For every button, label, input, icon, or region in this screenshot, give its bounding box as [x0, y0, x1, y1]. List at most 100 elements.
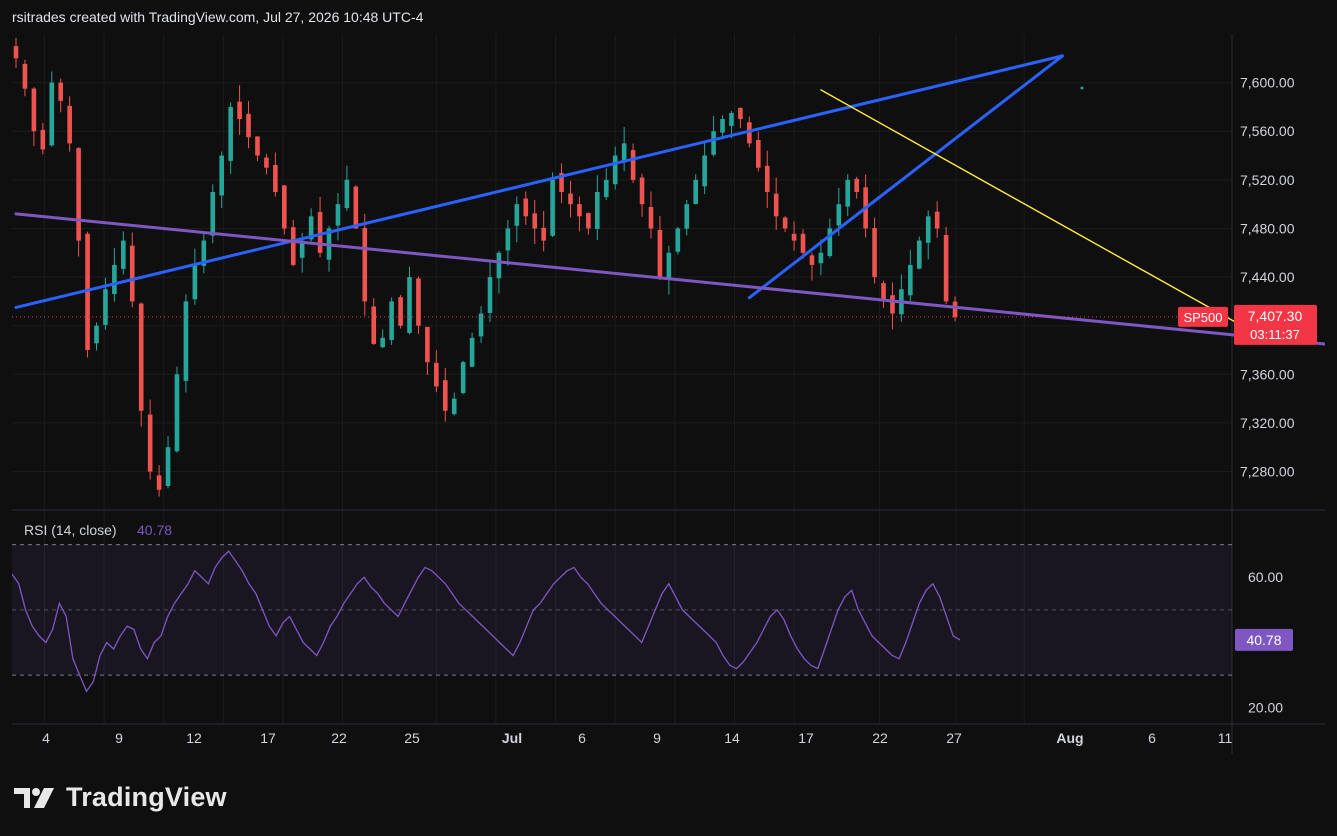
time-tick-label: Jul: [502, 730, 522, 746]
candle-body: [586, 213, 591, 229]
time-tick-label: 12: [186, 730, 202, 746]
candle-body: [541, 227, 546, 241]
candle-body: [398, 297, 403, 326]
price-tick-label: 7,560.00: [1240, 123, 1295, 139]
candle-body: [487, 277, 493, 313]
brand-footer: TradingView: [14, 782, 227, 813]
candle-body: [908, 264, 913, 296]
candle-body: [58, 82, 64, 101]
time-tick-label: 25: [404, 730, 420, 746]
rsi-indicator-label: RSI (14, close): [24, 522, 117, 538]
candle-body: [380, 337, 385, 348]
time-tick-label: 9: [653, 730, 661, 746]
price-tick-label: 7,440.00: [1240, 269, 1295, 285]
candle-body: [425, 326, 430, 363]
candle-body: [407, 277, 412, 333]
time-tick-label: 9: [115, 730, 123, 746]
time-tick-label: 11: [1218, 730, 1233, 746]
candle-body: [67, 105, 72, 144]
countdown-timer: 03:11:37: [1250, 327, 1300, 342]
time-tick-label: 17: [260, 730, 276, 746]
time-tick-label: 4: [42, 730, 50, 746]
candle-body: [174, 374, 180, 452]
time-tick-label: 6: [1148, 730, 1156, 746]
candle-body: [568, 193, 573, 205]
candle-body: [952, 301, 958, 318]
time-tick-label: 27: [946, 730, 962, 746]
candle-body: [138, 303, 144, 411]
candle-body: [273, 164, 278, 192]
candle-body: [264, 157, 269, 168]
candle-body: [603, 179, 609, 198]
candle-body: [469, 337, 475, 367]
candle-body: [237, 101, 242, 120]
candle-body: [344, 179, 350, 209]
candle-body: [13, 46, 19, 59]
candle-body: [648, 206, 654, 229]
chart-frame[interactable]: 7,600.00 7,560.00 7,520.00 7,480.00 7,440.00…: [11, 34, 1337, 754]
candle-body: [362, 227, 368, 302]
candle-body: [729, 113, 734, 126]
candle-body: [335, 204, 341, 226]
tradingview-logo-icon: [14, 787, 54, 808]
candle-body: [756, 139, 761, 168]
candle-body: [773, 193, 779, 217]
candle-body: [22, 63, 28, 89]
candle-body: [505, 228, 511, 251]
candle-body: [925, 216, 931, 243]
candle-body: [532, 213, 538, 229]
candle-body: [290, 227, 296, 265]
candle-body: [693, 179, 698, 205]
price-tick-label: 7,600.00: [1240, 75, 1295, 91]
price-tick-label: 7,320.00: [1240, 415, 1295, 431]
candle-body: [76, 148, 81, 241]
price-chart-svg[interactable]: 7,600.00 7,560.00 7,520.00 7,480.00 7,440.00…: [11, 34, 1337, 754]
time-tick-label: 14: [724, 730, 740, 746]
candle-body: [442, 380, 448, 411]
candle-body: [103, 289, 108, 325]
time-tick-label: 22: [872, 730, 888, 746]
rsi-tick-label: 20.00: [1248, 700, 1283, 716]
candle-body: [720, 119, 725, 133]
candle-body: [764, 165, 770, 192]
candle-body: [595, 192, 600, 229]
candle-body: [353, 186, 359, 229]
candle-body: [156, 475, 162, 490]
candle-body: [523, 198, 529, 217]
candle-body: [612, 155, 618, 185]
yellow-resistance-trendline: [820, 89, 1260, 337]
rsi-value-badge-label: 40.78: [1246, 632, 1281, 648]
candle-body: [165, 447, 171, 486]
chart-header-title: rsitrades created with TradingView.com, …: [12, 9, 424, 25]
brand-name: TradingView: [66, 782, 227, 812]
candle-body: [478, 313, 484, 337]
price-tick-label: 7,280.00: [1240, 464, 1295, 480]
rsi-indicator-value: 40.78: [137, 522, 172, 538]
candle-body: [40, 129, 46, 150]
candle-body: [890, 295, 895, 314]
candle-body: [702, 155, 707, 187]
candle-body: [121, 240, 126, 269]
candle-body: [210, 192, 216, 236]
candle-body: [711, 131, 716, 155]
candle-body: [818, 252, 824, 264]
candle-body: [31, 88, 37, 132]
candle-body: [496, 252, 502, 279]
candle-body: [791, 233, 797, 241]
candle-body: [916, 240, 922, 269]
candle-body: [675, 228, 681, 252]
candle-body: [577, 204, 582, 217]
candle-body: [845, 179, 851, 207]
candle-body: [943, 234, 949, 302]
candle-body: [112, 264, 117, 295]
candle-body: [809, 255, 815, 265]
candle-body: [666, 252, 672, 280]
candle-body: [460, 362, 466, 394]
candle-body: [94, 325, 99, 344]
candle-body: [782, 217, 788, 229]
marker-dot: [1080, 86, 1084, 90]
candle-body: [147, 414, 153, 472]
candle-body: [684, 204, 690, 229]
candle-body: [371, 306, 377, 344]
price-tick-label: 7,480.00: [1240, 220, 1295, 236]
